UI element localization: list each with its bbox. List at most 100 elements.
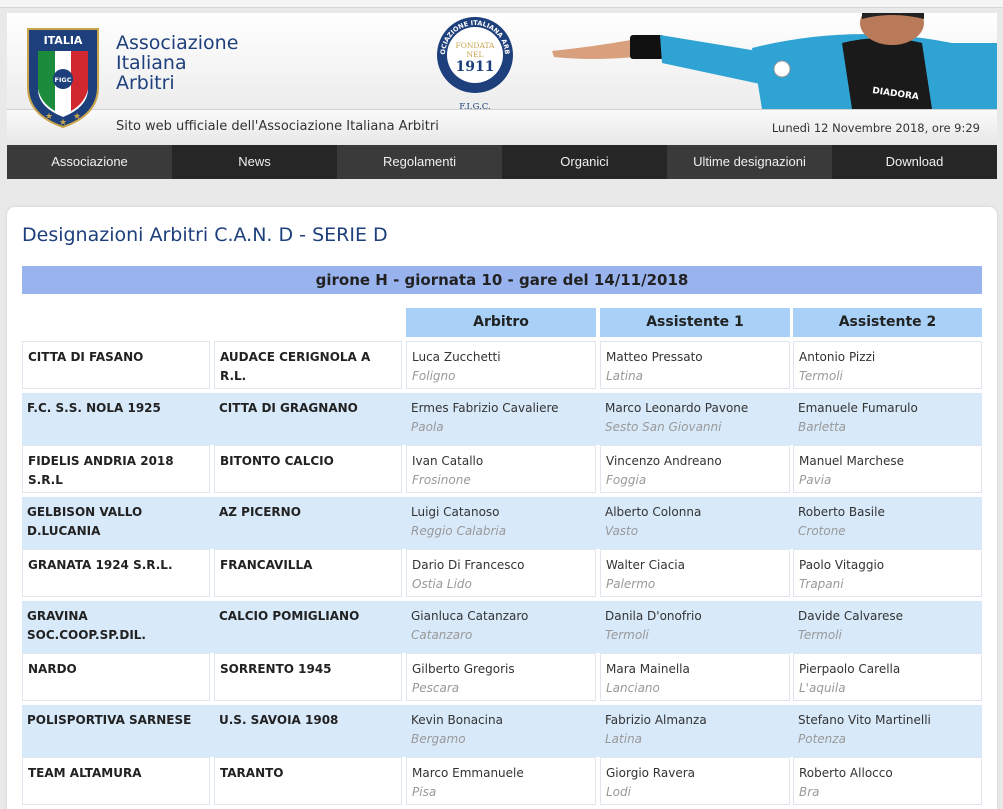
away-team-cell: CALCIO POMIGLIANO <box>214 601 402 649</box>
home-team-cell: F.C. S.S. NOLA 1925 <box>22 393 210 441</box>
team-name: GELBISON VALLO D.LUCANIA <box>27 505 143 538</box>
site-header: ITALIA FIGC ★ ★ ★ Associazione Italiana … <box>7 13 997 179</box>
assistente-1-cell: Danila D'onofrio Termoli <box>600 601 790 649</box>
official-section-city: Termoli <box>798 628 842 642</box>
official-section-city: Palermo <box>606 577 656 591</box>
team-name: CALCIO POMIGLIANO <box>219 609 360 623</box>
nav-item-associazione[interactable]: Associazione <box>7 145 172 179</box>
seal-line-1: FONDATA <box>456 41 496 50</box>
assistente-2-cell: Roberto Allocco Bra <box>793 757 982 805</box>
team-name: GRAVINA SOC.COOP.SP.DIL. <box>27 609 146 642</box>
away-team-cell: FRANCAVILLA <box>214 549 402 597</box>
table-row: GRANATA 1924 S.R.L. FRANCAVILLA Dario Di F… <box>22 549 982 601</box>
official-name: Kevin Bonacina <box>411 713 503 727</box>
official-section-city: Vasto <box>605 524 639 538</box>
main-content: Designazioni Arbitri C.A.N. D - SERIE D … <box>7 207 997 809</box>
team-name: POLISPORTIVA SARNESE <box>27 713 192 727</box>
official-name: Gianluca Catanzaro <box>411 609 529 623</box>
arbitro-cell: Dario Di Francesco Ostia Lido <box>406 549 596 597</box>
current-date: Lunedì 12 Novembre 2018, ore 9:29 <box>771 121 980 135</box>
nav-item-organici[interactable]: Organici <box>502 145 667 179</box>
brand-line-1: Associazione <box>116 32 239 54</box>
official-section-city: Latina <box>606 369 644 383</box>
brand-line-2: Italiana <box>116 52 187 74</box>
girone-header: girone H - giornata 10 - gare del 14/11/… <box>22 266 982 294</box>
assistente-1-cell: Walter Ciacia Palermo <box>600 549 790 597</box>
official-section-city: Catanzaro <box>411 628 473 642</box>
away-team-cell: SORRENTO 1945 <box>214 653 402 701</box>
arbitro-cell: Gilberto Gregoris Pescara <box>406 653 596 701</box>
seal-bottom-text: F.I.G.C. <box>459 102 490 111</box>
home-team-cell: TEAM ALTAMURA <box>22 757 210 805</box>
official-name: Marco Leonardo Pavone <box>605 401 749 415</box>
home-team-cell: FIDELIS ANDRIA 2018 S.R.L <box>22 445 210 493</box>
table-row: GRAVINA SOC.COOP.SP.DIL. CALCIO POMIGLIAN… <box>22 601 982 653</box>
official-name: Gilberto Gregoris <box>412 662 515 676</box>
official-section-city: Termoli <box>605 628 649 642</box>
nav-item-news[interactable]: News <box>172 145 337 179</box>
brand-line-3: Arbitri <box>116 72 175 94</box>
official-section-city: Pavia <box>799 473 832 487</box>
table-row: TEAM ALTAMURA TARANTO Marco Emmanuele Pisa G… <box>22 757 982 809</box>
official-section-city: Bra <box>799 785 820 799</box>
away-team-cell: AUDACE CERIGNOLA A R.L. <box>214 341 402 389</box>
assistente-2-cell: Manuel Marchese Pavia <box>793 445 982 493</box>
official-name: Davide Calvarese <box>798 609 904 623</box>
arbitro-cell: Ivan Catallo Frosinone <box>406 445 596 493</box>
away-team-cell: BITONTO CALCIO <box>214 445 402 493</box>
away-team-cell: AZ PICERNO <box>214 497 402 545</box>
assistente-1-cell: Matteo Pressato Latina <box>600 341 790 389</box>
away-team-cell: TARANTO <box>214 757 402 805</box>
official-name: Ivan Catallo <box>412 454 484 468</box>
official-name: Paolo Vitaggio <box>799 558 885 572</box>
team-name: TEAM ALTAMURA <box>28 766 142 780</box>
table-row: FIDELIS ANDRIA 2018 S.R.L BITONTO CALCIO I… <box>22 445 982 497</box>
home-team-cell: CITTA DI FASANO <box>22 341 210 389</box>
official-name: Marco Emmanuele <box>412 766 524 780</box>
home-team-cell: POLISPORTIVA SARNESE <box>22 705 210 753</box>
official-name: Luigi Catanoso <box>411 505 500 519</box>
figc-shield-logo[interactable]: ITALIA FIGC ★ ★ ★ <box>26 27 100 129</box>
table-row: CITTA DI FASANO AUDACE CERIGNOLA A R.L. Lu… <box>22 341 982 393</box>
official-section-city: L'aquila <box>799 681 846 695</box>
team-name: SORRENTO 1945 <box>220 662 332 676</box>
official-section-city: Potenza <box>798 732 846 746</box>
official-section-city: Pescara <box>412 681 460 695</box>
nav-item-download[interactable]: Download <box>832 145 997 179</box>
official-name: Luca Zucchetti <box>412 350 501 364</box>
assistente-1-cell: Mara Mainella Lanciano <box>600 653 790 701</box>
official-name: Mara Mainella <box>606 662 690 676</box>
official-section-city: Bergamo <box>411 732 466 746</box>
official-section-city: Lodi <box>606 785 631 799</box>
official-section-city: Foligno <box>412 369 456 383</box>
home-team-cell: GRANATA 1924 S.R.L. <box>22 549 210 597</box>
nav-item-regolamenti[interactable]: Regolamenti <box>337 145 502 179</box>
official-name: Danila D'onofrio <box>605 609 702 623</box>
assistente-2-cell: Pierpaolo Carella L'aquila <box>793 653 982 701</box>
official-section-city: Termoli <box>799 369 843 383</box>
official-name: Ermes Fabrizio Cavaliere <box>411 401 559 415</box>
brand-name[interactable]: Associazione Italiana Arbitri <box>116 33 238 93</box>
official-name: Pierpaolo Carella <box>799 662 901 676</box>
table-row: POLISPORTIVA SARNESE U.S. SAVOIA 1908 Kevi… <box>22 705 982 757</box>
team-name: F.C. S.S. NOLA 1925 <box>27 401 161 415</box>
official-section-city: Ostia Lido <box>412 577 472 591</box>
team-name: BITONTO CALCIO <box>220 454 334 468</box>
official-name: Roberto Allocco <box>799 766 893 780</box>
team-name: AUDACE CERIGNOLA A R.L. <box>220 350 371 383</box>
info-bar: Sito web ufficiale dell'Associazione Ita… <box>7 109 997 145</box>
assistente-2-cell: Stefano Vito Martinelli Potenza <box>793 705 982 753</box>
official-section-city: Crotone <box>798 524 846 538</box>
star-icon: ★ <box>73 112 81 122</box>
team-name: CITTA DI FASANO <box>28 350 144 364</box>
official-section-city: Trapani <box>799 577 844 591</box>
nav-item-ultime-designazioni[interactable]: Ultime designazioni <box>667 145 832 179</box>
assistente-2-cell: Davide Calvarese Termoli <box>793 601 982 649</box>
official-name: Antonio Pizzi <box>799 350 876 364</box>
browser-top-strip <box>0 0 1003 8</box>
away-team-cell: U.S. SAVOIA 1908 <box>214 705 402 753</box>
assistente-2-cell: Emanuele Fumarulo Barletta <box>793 393 982 441</box>
table-row: F.C. S.S. NOLA 1925 CITTA DI GRAGNANO Erme… <box>22 393 982 445</box>
home-team-cell: NARDO <box>22 653 210 701</box>
official-section-city: Reggio Calabria <box>411 524 507 538</box>
